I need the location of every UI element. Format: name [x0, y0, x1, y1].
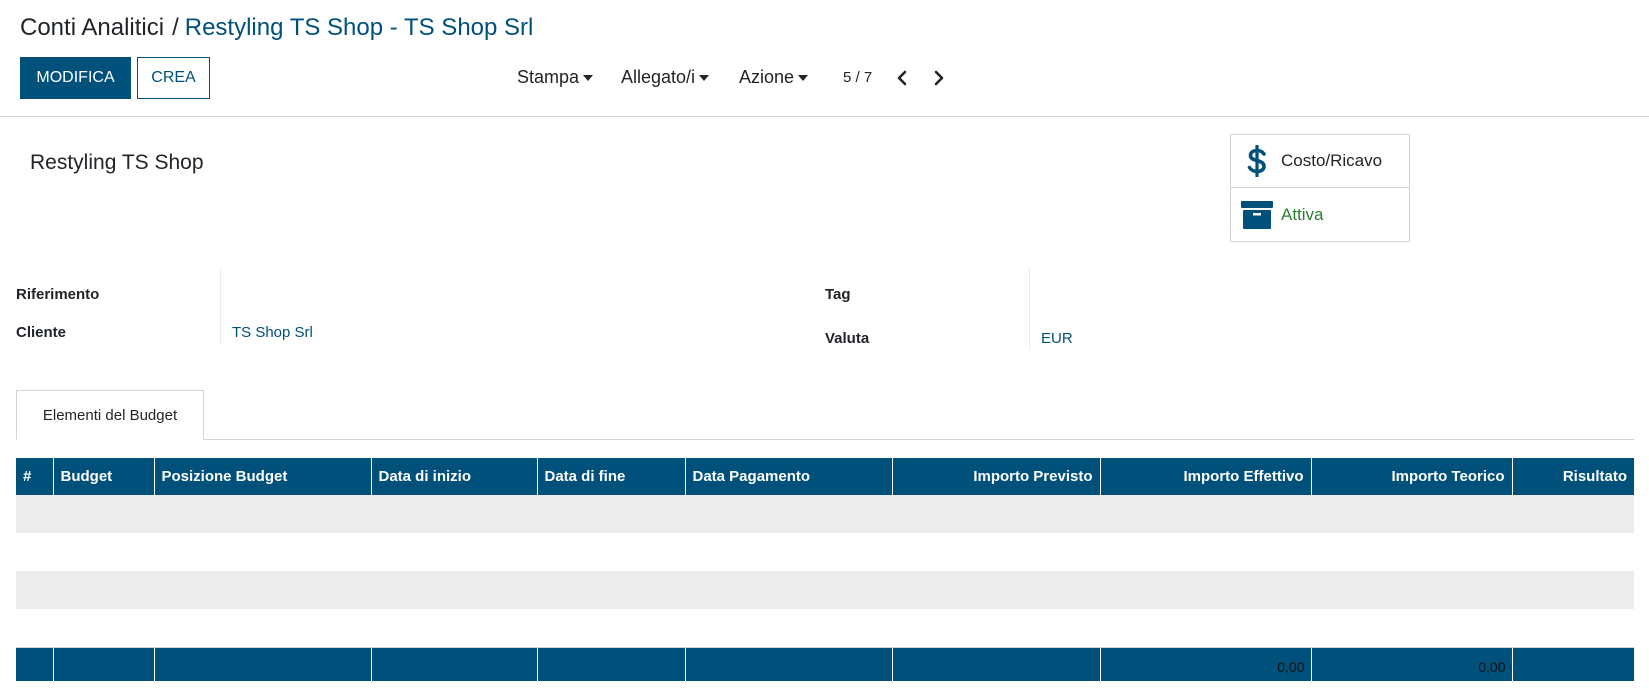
- reference-label: Riferimento: [16, 286, 100, 303]
- column-header-actual-amount[interactable]: Importo Effettivo: [1100, 458, 1312, 495]
- archive-icon: [1241, 199, 1273, 231]
- column-header-payment-date[interactable]: Data Pagamento: [685, 458, 893, 495]
- cost-revenue-button[interactable]: Costo/Ricavo: [1231, 135, 1409, 188]
- customer-label: Cliente: [16, 324, 67, 341]
- column-header-end-date[interactable]: Data di fine: [537, 458, 686, 495]
- print-dropdown[interactable]: Stampa: [517, 67, 594, 88]
- caret-down-icon: [583, 74, 594, 81]
- control-panel: Conti Analitici / Restyling TS Shop - TS S…: [0, 0, 1649, 117]
- theoretical-amount-total: 0,00: [1311, 647, 1513, 681]
- tab-budget-elements[interactable]: Elementi del Budget: [16, 390, 204, 440]
- column-header-theoretical-amount[interactable]: Importo Teorico: [1311, 458, 1513, 495]
- create-button[interactable]: CREA: [137, 57, 210, 99]
- table-row: [16, 609, 1634, 648]
- currency-field[interactable]: EUR: [1041, 330, 1073, 347]
- field-divider: [220, 268, 221, 344]
- column-header-result[interactable]: Risultato: [1512, 458, 1634, 495]
- column-header-number[interactable]: #: [16, 458, 54, 495]
- column-header-budget-position[interactable]: Posizione Budget: [154, 458, 372, 495]
- active-toggle-button[interactable]: Attiva: [1231, 188, 1409, 241]
- tabs-underline: [16, 439, 1634, 440]
- table-row: [16, 495, 1634, 533]
- column-header-planned-amount[interactable]: Importo Previsto: [892, 458, 1101, 495]
- caret-down-icon: [699, 74, 710, 81]
- field-divider: [1029, 268, 1030, 350]
- table-row: [16, 571, 1634, 609]
- action-dropdown[interactable]: Azione: [739, 67, 809, 88]
- column-header-budget[interactable]: Budget: [53, 458, 155, 495]
- breadcrumb-separator: /: [172, 14, 179, 41]
- caret-down-icon: [798, 74, 809, 81]
- stat-button-box: Costo/Ricavo Attiva: [1230, 134, 1410, 242]
- breadcrumb-root-link[interactable]: Conti Analitici: [20, 14, 164, 41]
- actual-amount-total: 0,00: [1100, 647, 1312, 681]
- table-row: [16, 533, 1634, 571]
- chevron-right-icon: [934, 70, 944, 86]
- table-header-row: # Budget Posizione Budget Data di inizio…: [16, 458, 1634, 495]
- breadcrumb-current: Restyling TS Shop - TS Shop Srl: [184, 14, 534, 41]
- customer-field[interactable]: TS Shop Srl: [232, 324, 313, 341]
- pager-next-button[interactable]: [928, 66, 950, 90]
- pager-previous-button[interactable]: [891, 66, 913, 90]
- budget-table: # Budget Posizione Budget Data di inizio…: [16, 458, 1634, 681]
- pager-value[interactable]: 5 / 7: [843, 69, 872, 86]
- edit-button[interactable]: MODIFICA: [20, 57, 131, 99]
- chevron-left-icon: [897, 70, 907, 86]
- tag-label: Tag: [825, 286, 851, 303]
- dollar-icon: [1241, 145, 1273, 177]
- attachments-dropdown-label: Allegato/i: [621, 67, 696, 87]
- action-dropdown-label: Azione: [739, 67, 795, 87]
- cost-revenue-label: Costo/Ricavo: [1281, 151, 1383, 170]
- record-name[interactable]: Restyling TS Shop: [30, 151, 204, 175]
- table-footer-row: 0,00 0,00: [16, 647, 1634, 681]
- currency-label: Valuta: [825, 330, 870, 347]
- attachments-dropdown[interactable]: Allegato/i: [621, 67, 710, 88]
- column-header-start-date[interactable]: Data di inizio: [371, 458, 538, 495]
- active-label: Attiva: [1281, 204, 1324, 224]
- breadcrumb: Conti Analitici / Restyling TS Shop - TS S…: [20, 14, 533, 42]
- print-dropdown-label: Stampa: [517, 67, 580, 87]
